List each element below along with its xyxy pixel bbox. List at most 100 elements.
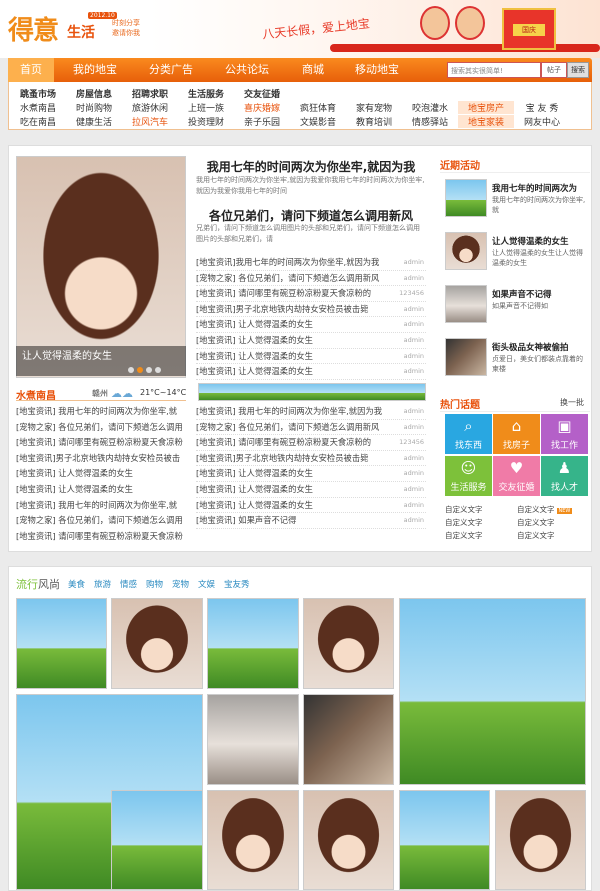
activity-thumb[interactable] <box>445 338 487 376</box>
subnav-link-1b[interactable]: 健康生活 <box>66 115 122 128</box>
list-top-item[interactable]: [地宝资讯] 让人觉得温柔的女生 admin <box>196 364 426 380</box>
subnav-link-8b[interactable]: 地宝家装 <box>458 115 514 128</box>
fashion-tag-4[interactable]: 宠物 <box>172 578 189 590</box>
list-top-item[interactable]: [地宝资讯]男子北京地铁内劫持女安检员被击毙 admin <box>196 302 426 318</box>
list-left-item[interactable]: [地宝资讯] 让人觉得温柔的女生 <box>16 466 186 482</box>
gallery-image-3[interactable] <box>303 598 394 689</box>
list-mid-item[interactable]: [地宝资讯] 让人觉得温柔的女生 admin <box>196 482 426 498</box>
hot-tile-0[interactable]: ⌕ 找东西 <box>445 414 492 454</box>
list-left-item[interactable]: [地宝资讯] 我用七年的时间两次为你坐牢,就 <box>16 498 186 514</box>
activity-title-1[interactable]: 让人觉得温柔的女生 <box>492 235 588 247</box>
subnav-link-2b[interactable]: 拉风汽车 <box>122 115 178 128</box>
search-scope-select[interactable]: 帖子 <box>541 62 567 78</box>
nav-classifieds[interactable]: 分类广告 <box>138 58 204 82</box>
list-left-item[interactable]: [地宝资讯] 请问哪里有碗豆粉凉粉夏天食凉粉 <box>16 529 186 545</box>
subnav-link-0a[interactable]: 水煮南昌 <box>10 101 66 114</box>
list-top-item[interactable]: [地宝资讯] 让人觉得温柔的女生 admin <box>196 349 426 365</box>
custom-link-4[interactable]: 自定义文字 <box>445 530 483 541</box>
activity-title-2[interactable]: 如果声音不记得 <box>492 288 588 300</box>
search-button[interactable]: 搜索 <box>567 62 589 78</box>
hot-tile-1[interactable]: ⌂ 找房子 <box>493 414 540 454</box>
list-left-item[interactable]: [地宝资讯] 请问哪里有碗豆粉凉粉夏天食凉粉 <box>16 435 186 451</box>
list-left-item[interactable]: [地宝资讯]男子北京地铁内劫持女安检员被击 <box>16 451 186 467</box>
hot-tile-4[interactable]: ♥ 交友征婚 <box>493 456 540 496</box>
subnav-link-9b[interactable]: 网友中心 <box>514 115 570 128</box>
gallery-image-1[interactable] <box>111 598 203 689</box>
subnav-link-4a[interactable]: 喜庆婚嫁 <box>234 101 290 114</box>
nav-mall[interactable]: 商城 <box>288 58 338 82</box>
subnav-head-0[interactable]: 跳蚤市场 <box>10 87 66 100</box>
gallery-image-4[interactable] <box>399 598 586 785</box>
activity-thumb[interactable] <box>445 285 487 323</box>
headline-2[interactable]: 各位兄弟们，请问下频道怎么调用新风 <box>196 207 426 224</box>
subnav-link-2a[interactable]: 旅游休闲 <box>122 101 178 114</box>
list-mid-item[interactable]: [地宝资讯] 请问哪里有碗豆粉凉粉夏天食凉粉的 123456 <box>196 435 426 451</box>
nav-my-dibao[interactable]: 我的地宝 <box>62 58 128 82</box>
hot-tile-2[interactable]: ▣ 找工作 <box>541 414 588 454</box>
gallery-image-2[interactable] <box>207 598 299 689</box>
list-mid-item[interactable]: [地宝资讯] 让人觉得温柔的女生 admin <box>196 466 426 482</box>
gallery-image-9[interactable] <box>207 790 299 890</box>
headline-1[interactable]: 我用七年的时间两次为你坐牢,就因为我 <box>196 158 426 175</box>
subnav-link-4b[interactable]: 亲子乐园 <box>234 115 290 128</box>
list-left-item[interactable]: [地宝资讯] 我用七年的时间两次为你坐牢,就 <box>16 404 186 420</box>
custom-link-3[interactable]: 自定义文字 <box>517 517 555 528</box>
list-left-item[interactable]: [宠物之家] 各位兄弟们，请问下频道怎么调用 <box>16 420 186 436</box>
subnav-link-7a[interactable]: 咬泡灌水 <box>402 101 458 114</box>
subnav-head-1[interactable]: 房屋信息 <box>66 87 122 100</box>
subnav-link-0b[interactable]: 吃在南昌 <box>10 115 66 128</box>
fashion-tag-2[interactable]: 情感 <box>120 578 137 590</box>
gallery-image-12[interactable] <box>495 790 586 890</box>
subnav-link-5b[interactable]: 文娱影音 <box>290 115 346 128</box>
custom-link-0[interactable]: 自定义文字 <box>445 504 483 515</box>
fashion-tag-5[interactable]: 文娱 <box>198 578 215 590</box>
custom-link-1[interactable]: 自定义文字 NEW <box>517 504 573 515</box>
subnav-head-3[interactable]: 生活服务 <box>178 87 234 100</box>
gallery-image-10[interactable] <box>303 790 394 890</box>
activity-thumb[interactable] <box>445 179 487 217</box>
hot-tile-5[interactable]: ♟ 找人才 <box>541 456 588 496</box>
subnav-link-1a[interactable]: 时尚购物 <box>66 101 122 114</box>
list-top-item[interactable]: [宠物之家] 各位兄弟们，请问下频道怎么调用新风 admin <box>196 271 426 287</box>
list-left-item[interactable]: [地宝资讯] 让人觉得温柔的女生 <box>16 482 186 498</box>
site-logo[interactable]: 得意 <box>8 10 59 47</box>
list-mid-item[interactable]: [宠物之家] 各位兄弟们，请问下频道怎么调用新风 admin <box>196 420 426 436</box>
gallery-image-11[interactable] <box>399 790 490 890</box>
nav-mobile[interactable]: 移动地宝 <box>344 58 410 82</box>
list-left-item[interactable]: [宠物之家] 各位兄弟们，请问下频道怎么调用 <box>16 513 186 529</box>
list-mid-item[interactable]: [地宝资讯] 我用七年的时间两次为你坐牢,就因为我 admin <box>196 404 426 420</box>
custom-link-2[interactable]: 自定义文字 <box>445 517 483 528</box>
subnav-link-8a[interactable]: 地宝房产 <box>458 101 514 114</box>
nav-home[interactable]: 首页 <box>8 58 54 82</box>
fashion-tag-0[interactable]: 美食 <box>68 578 85 590</box>
activity-title-3[interactable]: 街头极品女神被偷拍 <box>492 341 588 353</box>
list-mid-item[interactable]: [地宝资讯] 如果声音不记得 admin <box>196 513 426 529</box>
fashion-tag-3[interactable]: 购物 <box>146 578 163 590</box>
subnav-link-3a[interactable]: 上班一族 <box>178 101 234 114</box>
search-input[interactable]: 搜索其实很简单! <box>447 62 541 78</box>
hot-tile-3[interactable]: ☺ 生活服务 <box>445 456 492 496</box>
subnav-link-3b[interactable]: 投资理财 <box>178 115 234 128</box>
list-top-item[interactable]: [地宝资讯] 让人觉得温柔的女生 admin <box>196 333 426 349</box>
subnav-link-7b[interactable]: 情感驿站 <box>402 115 458 128</box>
list-top-item[interactable]: [地宝资讯] 让人觉得温柔的女生 admin <box>196 317 426 333</box>
refresh-link[interactable]: 换一批 <box>560 397 584 408</box>
gallery-image-0[interactable] <box>16 598 107 689</box>
fashion-tag-6[interactable]: 宝友秀 <box>224 578 250 590</box>
mid-banner-image[interactable] <box>198 383 426 401</box>
nav-forum[interactable]: 公共论坛 <box>214 58 280 82</box>
fashion-tag-1[interactable]: 旅游 <box>94 578 111 590</box>
subnav-link-6a[interactable]: 家有宠物 <box>346 101 402 114</box>
gallery-image-7[interactable] <box>303 694 394 785</box>
subnav-head-4[interactable]: 交友征婚 <box>234 87 290 100</box>
list-mid-item[interactable]: [地宝资讯] 让人觉得温柔的女生 admin <box>196 498 426 514</box>
gallery-image-6[interactable] <box>207 694 299 785</box>
list-top-item[interactable]: [地宝资讯]我用七年的时间两次为你坐牢,就因为我 admin <box>196 255 426 271</box>
gallery-image-8[interactable] <box>111 790 203 890</box>
subnav-link-6b[interactable]: 教育培训 <box>346 115 402 128</box>
slider-dots[interactable] <box>128 366 164 376</box>
subnav-link-9a[interactable]: 宝 友 秀 <box>514 101 570 114</box>
activity-title-0[interactable]: 我用七年的时间两次为 <box>492 182 588 194</box>
list-mid-item[interactable]: [地宝资讯]男子北京地铁内劫持女安检员被击毙 admin <box>196 451 426 467</box>
subnav-link-5a[interactable]: 疯狂体育 <box>290 101 346 114</box>
